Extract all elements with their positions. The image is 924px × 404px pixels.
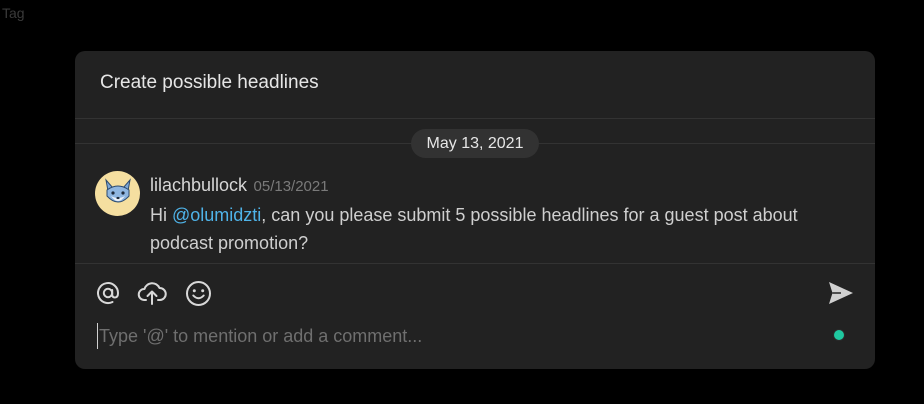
status-indicator bbox=[834, 330, 844, 340]
mention-link[interactable]: @olumidzti bbox=[172, 205, 261, 225]
send-icon bbox=[829, 282, 853, 304]
panel-title: Create possible headlines bbox=[100, 72, 319, 93]
upload-cloud-icon bbox=[137, 282, 167, 305]
fox-avatar-icon bbox=[104, 177, 131, 202]
mention-button[interactable] bbox=[93, 278, 123, 308]
comment-input[interactable] bbox=[97, 323, 819, 349]
composer-divider bbox=[75, 263, 875, 264]
emoji-icon bbox=[185, 280, 211, 306]
corner-tag: Tag bbox=[2, 5, 25, 21]
emoji-button[interactable] bbox=[183, 278, 213, 308]
send-button[interactable] bbox=[826, 278, 856, 308]
upload-button[interactable] bbox=[137, 278, 167, 308]
title-divider bbox=[75, 118, 875, 119]
comments-panel: Create possible headlines May 13, 2021 l… bbox=[75, 51, 875, 369]
comment-timestamp: 05/13/2021 bbox=[253, 178, 329, 195]
avatar[interactable] bbox=[95, 171, 140, 216]
comment-input-wrapper bbox=[97, 323, 819, 349]
comment-author[interactable]: lilachbullock bbox=[150, 175, 247, 195]
comment-header: lilachbullock 05/13/2021 bbox=[150, 175, 329, 196]
date-divider-label: May 13, 2021 bbox=[411, 129, 539, 158]
comment-text: Hi @olumidzti, can you please submit 5 p… bbox=[150, 201, 850, 257]
at-mention-icon bbox=[97, 282, 120, 305]
comment-text-start: Hi bbox=[150, 205, 172, 225]
